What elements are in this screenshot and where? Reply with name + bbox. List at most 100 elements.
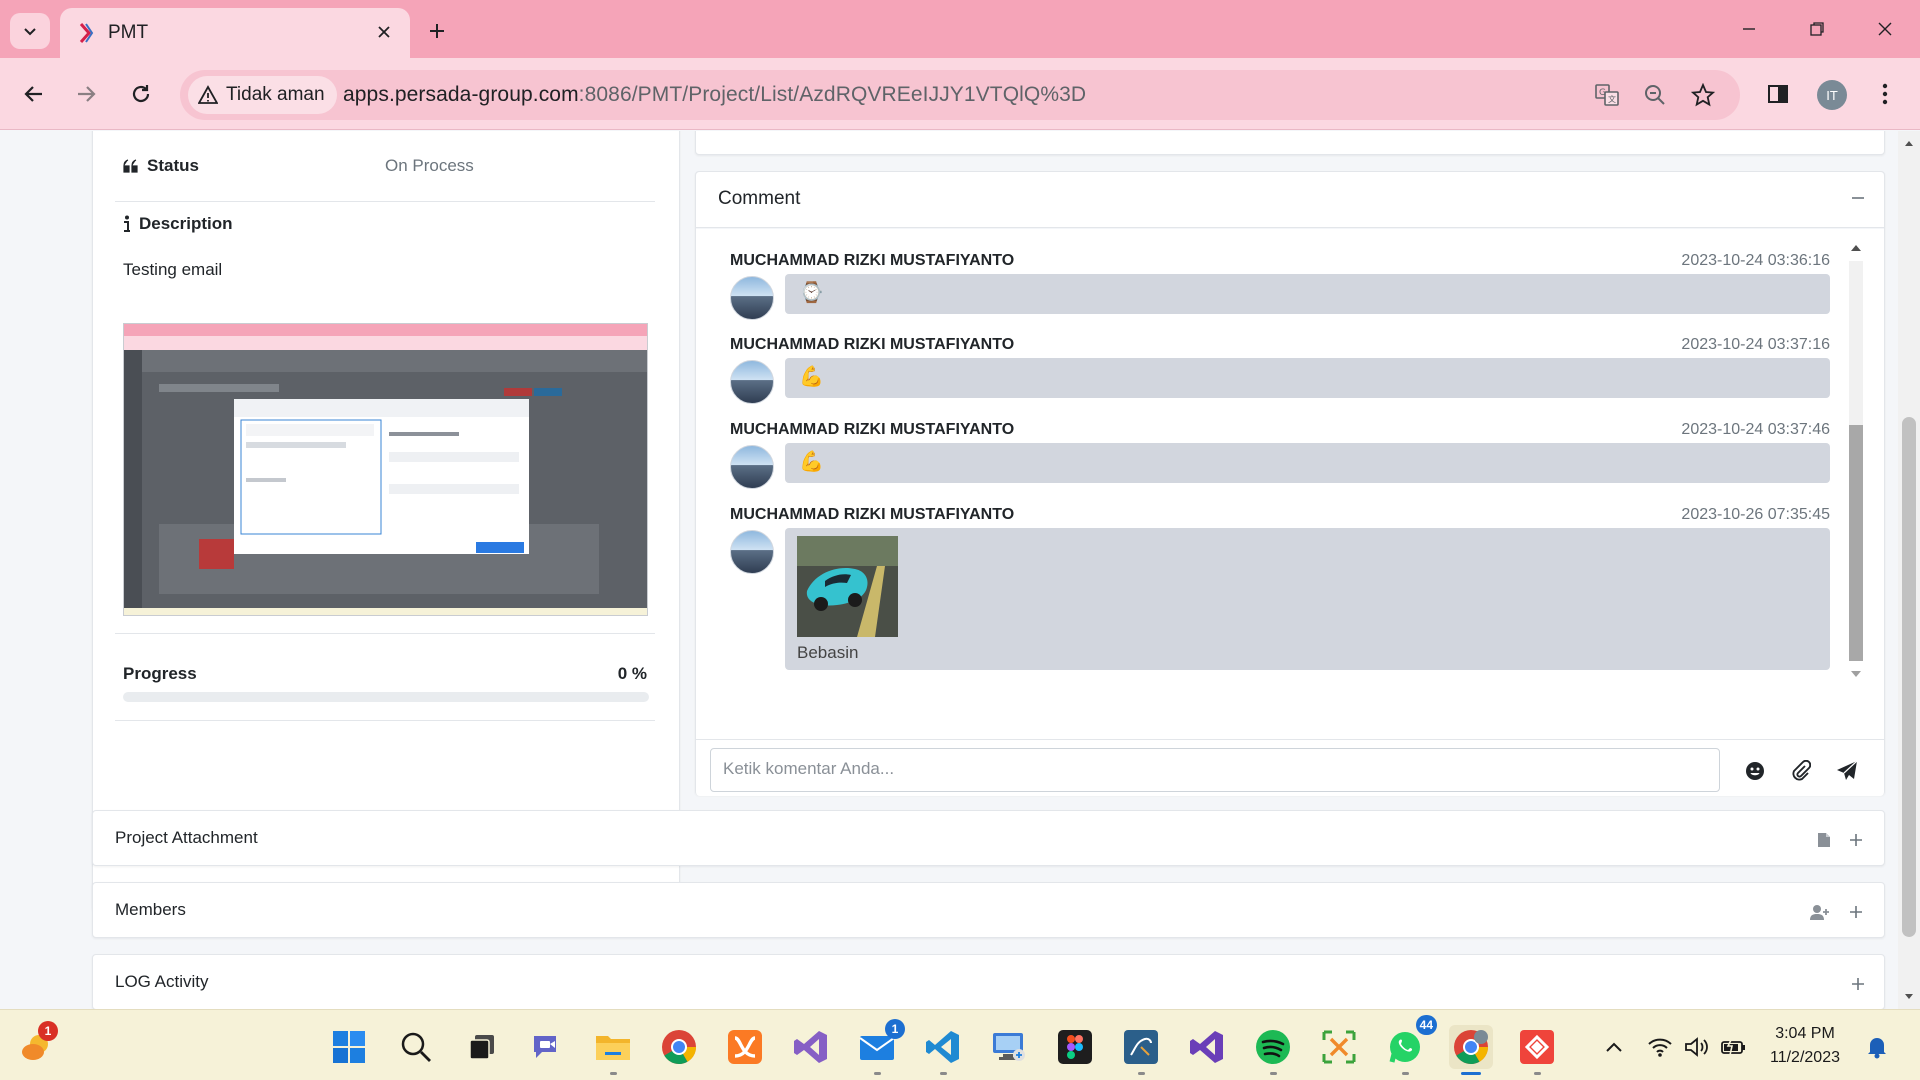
restore-window-button[interactable] xyxy=(1794,12,1840,46)
star-icon xyxy=(1691,83,1715,107)
comment-item: MUCHAMMAD RIZKI MUSTAFIYANTO 2023-10-24 … xyxy=(730,252,1830,324)
battery-button[interactable] xyxy=(1717,1025,1751,1069)
whatsapp-badge: 44 xyxy=(1415,1015,1437,1035)
comment-title: Comment xyxy=(718,188,801,209)
file-icon[interactable] xyxy=(1813,829,1835,851)
status-label: Status xyxy=(147,156,199,175)
scrollbar-thumb[interactable] xyxy=(1849,425,1863,661)
speaker-icon xyxy=(1685,1037,1708,1057)
chrome-active-app[interactable] xyxy=(1449,1025,1493,1075)
search-button[interactable] xyxy=(394,1025,438,1069)
comment-input[interactable] xyxy=(710,748,1720,792)
expand-button[interactable] xyxy=(1845,829,1867,851)
description-screenshot-image[interactable] xyxy=(123,323,648,616)
close-icon xyxy=(1878,22,1892,36)
windows-start-icon xyxy=(333,1031,365,1063)
notifications-button[interactable] xyxy=(1860,1025,1894,1069)
scroll-down-icon xyxy=(1905,994,1913,999)
spotify-app[interactable] xyxy=(1251,1025,1295,1075)
attachment-caption: Bebasin xyxy=(797,643,859,662)
page-scrollbar[interactable] xyxy=(1898,131,1920,1009)
weather-widget[interactable]: 1 xyxy=(14,1021,58,1069)
volume-button[interactable] xyxy=(1680,1025,1714,1069)
scrollbar-thumb[interactable] xyxy=(1902,417,1916,937)
comment-time: 2023-10-26 07:35:45 xyxy=(1681,506,1830,523)
tab-close-button[interactable] xyxy=(372,20,396,44)
anydesk-app[interactable] xyxy=(1515,1025,1559,1075)
scrollbar-track[interactable] xyxy=(1849,261,1863,661)
mysql-workbench-app[interactable] xyxy=(1119,1025,1163,1075)
windows-taskbar: 1 1 44 3:04 PM 11/2/2023 xyxy=(0,1009,1920,1080)
plus-icon xyxy=(1850,906,1862,918)
side-panel-button[interactable] xyxy=(1758,74,1798,114)
snipping-tool-app[interactable] xyxy=(1317,1025,1361,1069)
visual-studio-2-app[interactable] xyxy=(1185,1025,1229,1069)
running-indicator xyxy=(940,1072,947,1075)
teams-chat-app[interactable] xyxy=(526,1025,570,1069)
comment-item: MUCHAMMAD RIZKI MUSTAFIYANTO 2023-10-24 … xyxy=(730,421,1830,493)
avatar xyxy=(730,360,774,404)
add-member-button[interactable] xyxy=(1809,901,1831,923)
user-plus-icon xyxy=(1810,905,1829,920)
forward-button[interactable] xyxy=(66,74,106,114)
back-button[interactable] xyxy=(14,74,54,114)
remote-desktop-app[interactable] xyxy=(987,1025,1031,1069)
members-section[interactable]: Members xyxy=(92,882,1885,938)
arrow-left-icon xyxy=(24,86,42,102)
minimize-window-button[interactable] xyxy=(1726,12,1772,46)
car-photo-attachment[interactable] xyxy=(797,536,898,637)
project-attachment-section[interactable]: Project Attachment xyxy=(92,810,1885,866)
wifi-button[interactable] xyxy=(1643,1025,1677,1069)
xampp-app[interactable] xyxy=(723,1025,767,1069)
figma-app[interactable] xyxy=(1053,1025,1097,1069)
security-label: Tidak aman xyxy=(226,84,325,105)
security-indicator[interactable]: Tidak aman xyxy=(188,76,337,114)
anydesk-icon xyxy=(1520,1030,1554,1064)
comment-item: MUCHAMMAD RIZKI MUSTAFIYANTO 2023-10-24 … xyxy=(730,336,1830,408)
browser-menu-button[interactable] xyxy=(1865,74,1905,114)
clock-time: 3:04 PM xyxy=(1775,1025,1835,1042)
snipping-tool-icon xyxy=(1322,1030,1356,1064)
reload-button[interactable] xyxy=(121,74,161,114)
progress-value: 0 % xyxy=(617,664,647,683)
plus-icon xyxy=(1850,834,1862,846)
attach-file-button[interactable] xyxy=(1787,757,1815,785)
start-button[interactable] xyxy=(327,1025,371,1069)
chrome-app[interactable] xyxy=(657,1025,701,1069)
close-window-button[interactable] xyxy=(1862,12,1908,46)
log-activity-section[interactable]: LOG Activity xyxy=(92,954,1885,1009)
browser-tab-pmt[interactable]: PMT xyxy=(60,8,410,58)
tab-search-button[interactable] xyxy=(10,13,50,49)
emoji-button[interactable] xyxy=(1741,757,1769,785)
comment-author: MUCHAMMAD RIZKI MUSTAFIYANTO xyxy=(730,252,1015,269)
file-explorer-app[interactable] xyxy=(591,1025,635,1075)
mysql-workbench-icon xyxy=(1124,1030,1158,1064)
expand-button[interactable] xyxy=(1845,901,1867,923)
url-host: apps.persada-group.com xyxy=(343,83,579,106)
search-icon xyxy=(401,1032,431,1062)
whatsapp-app[interactable]: 44 xyxy=(1383,1015,1437,1075)
translate-button[interactable]: G文 xyxy=(1593,81,1621,109)
taskbar-clock[interactable]: 3:04 PM 11/2/2023 xyxy=(1770,1022,1840,1070)
zoom-button[interactable] xyxy=(1641,81,1669,109)
collapse-button[interactable] xyxy=(1848,188,1868,208)
comment-scrollbar[interactable] xyxy=(1846,239,1866,684)
comment-bubble: ⌚ xyxy=(785,274,1830,314)
chrome-icon xyxy=(1454,1030,1488,1064)
status-value: On Process xyxy=(385,156,474,175)
system-tray-overflow-button[interactable] xyxy=(1591,1025,1637,1069)
comment-composer xyxy=(696,739,1884,796)
new-tab-button[interactable] xyxy=(420,14,454,48)
close-icon xyxy=(378,26,390,38)
task-view-button[interactable] xyxy=(460,1025,504,1069)
profile-avatar[interactable]: IT xyxy=(1817,80,1847,110)
vscode-app[interactable] xyxy=(921,1025,965,1075)
address-bar[interactable]: Tidak aman apps.persada-group.com:8086/P… xyxy=(180,70,1740,120)
page-content: Status On Process Description Testing em… xyxy=(0,131,1898,1009)
url-text[interactable]: apps.persada-group.com:8086/PMT/Project/… xyxy=(343,83,1086,107)
expand-button[interactable] xyxy=(1847,973,1869,995)
send-button[interactable] xyxy=(1833,757,1861,785)
bookmark-button[interactable] xyxy=(1689,81,1717,109)
visual-studio-app[interactable] xyxy=(789,1025,833,1069)
mail-app[interactable]: 1 xyxy=(855,1019,905,1075)
